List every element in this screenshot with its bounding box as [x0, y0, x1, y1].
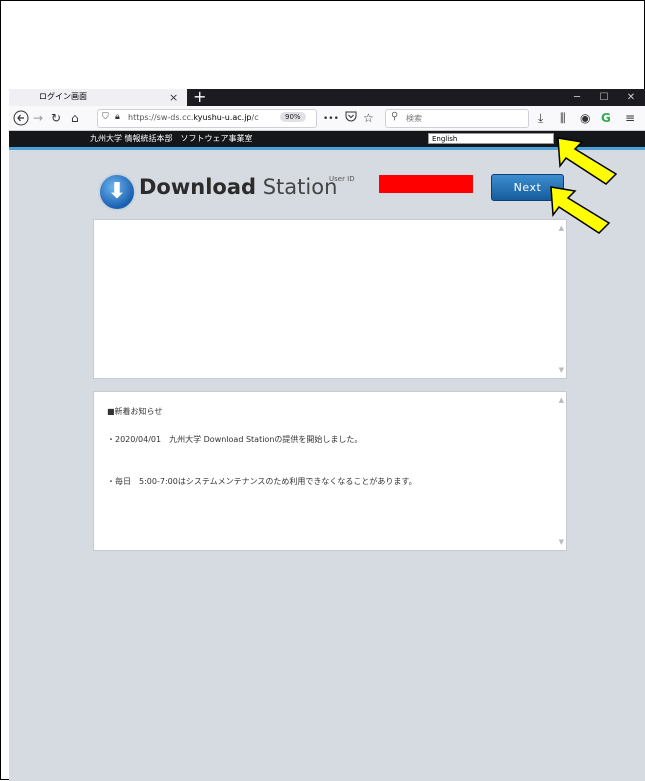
home-icon[interactable]: ⌂ [71, 110, 79, 126]
userid-label: User ID [329, 175, 355, 183]
reload-icon[interactable]: ↻ [51, 110, 61, 126]
url-text: https://sw-ds.cc.kyushu-u.ac.jp/c [128, 113, 259, 122]
menu-icon[interactable]: ≡ [625, 110, 635, 126]
address-bar[interactable]: ⛉ 🔒︎ https://sw-ds.cc.kyushu-u.ac.jp/c 9… [97, 109, 317, 128]
downloads-icon[interactable]: ⤓ [538, 110, 543, 126]
pointer-arrow-icon [550, 186, 611, 234]
shield-icon[interactable]: ⛉ [102, 112, 109, 122]
site-header: 九州大学 情報統括本部 ソフトウェア事業室 English [9, 131, 645, 150]
panel-scrollbar[interactable]: ▲ ▼ [554, 392, 566, 550]
scroll-down-icon[interactable]: ▼ [559, 538, 564, 546]
tab-bar: ログイン画面 × + ─ ☐ ✕ [9, 89, 645, 106]
news-panel: ■新着お知らせ ・2020/04/01 九州大学 Download Statio… [93, 391, 567, 551]
scroll-down-icon[interactable]: ▼ [559, 366, 564, 374]
panel-scrollbar[interactable]: ▲ ▼ [554, 220, 566, 378]
download-logo-icon: ⬇ [98, 173, 136, 211]
tab-close-icon[interactable]: × [169, 89, 178, 106]
search-placeholder: 検索 [406, 114, 422, 123]
page-actions-icon[interactable]: ••• [323, 111, 339, 127]
library-icon[interactable]: ⫼ [560, 110, 566, 126]
minimize-icon[interactable]: ─ [564, 89, 590, 106]
language-select[interactable]: English [428, 133, 554, 144]
userid-field[interactable] [379, 175, 473, 193]
maximize-icon[interactable]: ☐ [591, 89, 617, 106]
lock-icon[interactable]: 🔒︎ [115, 112, 120, 122]
zoom-level[interactable]: 90% [280, 112, 306, 122]
site-logo-text: Download Station [139, 175, 338, 199]
search-input[interactable]: ⚲ 検索 [385, 109, 529, 128]
tab-title: ログイン画面 [39, 92, 87, 101]
browser-tab[interactable]: ログイン画面 × [9, 89, 187, 106]
search-icon: ⚲ [391, 111, 399, 122]
navigation-bar: → ↻ ⌂ ⛉ 🔒︎ https://sw-ds.cc.kyushu-u.ac.… [9, 106, 645, 131]
info-panel: ▲ ▼ [93, 219, 567, 379]
pointer-arrow-icon [557, 137, 618, 185]
forward-icon[interactable]: → [33, 110, 43, 126]
news-item: ・2020/04/01 九州大学 Download Stationの提供を開始し… [107, 435, 363, 444]
back-icon[interactable] [13, 110, 29, 130]
extension-icon[interactable]: G [601, 110, 611, 126]
account-icon[interactable]: ◉ [580, 110, 590, 126]
window-close-icon[interactable]: ✕ [618, 89, 644, 106]
scroll-up-icon[interactable]: ▲ [559, 396, 564, 404]
new-tab-icon[interactable]: + [193, 89, 206, 107]
browser-window: ログイン画面 × + ─ ☐ ✕ → ↻ ⌂ ⛉ 🔒︎ https://sw-d… [9, 89, 645, 781]
news-item: ・毎日 5:00-7:00はシステムメンテナンスのため利用できなくなることがあり… [107, 477, 417, 486]
pocket-icon[interactable] [345, 110, 357, 126]
organization-name: 九州大学 情報統括本部 ソフトウェア事業室 [90, 134, 253, 143]
bookmark-star-icon[interactable]: ☆ [363, 110, 374, 126]
screenshot-frame: ログイン画面 × + ─ ☐ ✕ → ↻ ⌂ ⛉ 🔒︎ https://sw-d… [0, 0, 645, 781]
news-heading: ■新着お知らせ [107, 407, 163, 416]
